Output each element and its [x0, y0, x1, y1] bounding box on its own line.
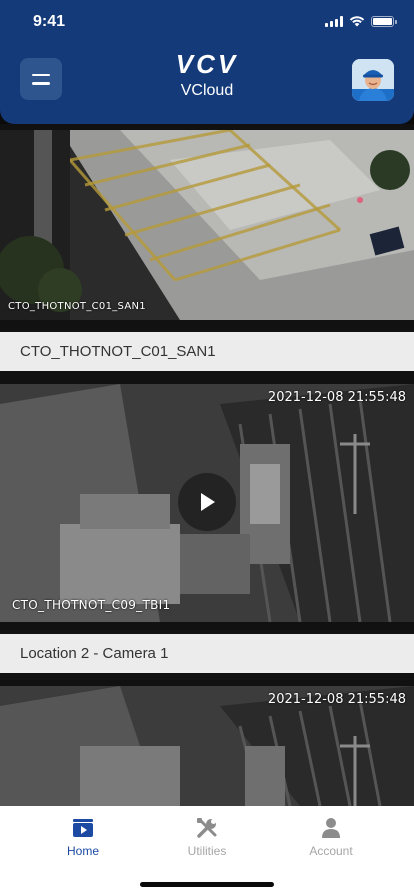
avatar[interactable]	[352, 59, 394, 101]
camera-caption[interactable]: Location 2 - Camera 1	[0, 634, 414, 673]
person-icon	[322, 818, 340, 838]
wifi-icon	[349, 16, 365, 27]
camera-card[interactable]: CTO_THOTNOT_C01_SAN1 CTO_THOTNOT_C01_SAN…	[0, 130, 414, 371]
tab-utilities[interactable]: Utilities	[147, 816, 267, 858]
status-time: 9:41	[33, 13, 66, 30]
status-bar: 9:41	[0, 0, 414, 44]
camera-card[interactable]: 2021-12-08 21:55:48	[0, 686, 414, 806]
camera-video[interactable]: 2021-12-08 21:55:48	[0, 686, 414, 806]
camera-timestamp: 2021-12-08 21:55:48	[267, 390, 406, 405]
tab-home[interactable]: Home	[23, 816, 143, 858]
tab-account[interactable]: Account	[271, 816, 391, 858]
play-icon	[201, 493, 215, 511]
user-photo-icon	[352, 59, 394, 101]
app-header: 9:41 VCV VCloud	[0, 0, 414, 124]
camera-video[interactable]: CTO_THOTNOT_C01_SAN1	[0, 130, 414, 320]
play-button[interactable]	[178, 473, 236, 531]
camera-timestamp: 2021-12-08 21:55:48	[267, 692, 406, 707]
tab-label: Utilities	[187, 844, 227, 858]
cellular-signal-icon	[325, 15, 343, 27]
camera-video[interactable]: 2021-12-08 21:55:48 CTO_THOTNOT_C09_TBI1	[0, 384, 414, 622]
battery-icon	[371, 15, 397, 27]
camera-card[interactable]: 2021-12-08 21:55:48 CTO_THOTNOT_C09_TBI1…	[0, 384, 414, 673]
tab-label: Home	[66, 844, 99, 858]
home-video-icon	[73, 819, 93, 837]
tools-icon	[197, 818, 217, 838]
camera-name-overlay: CTO_THOTNOT_C01_SAN1	[8, 301, 146, 312]
camera-caption[interactable]: CTO_THOTNOT_C01_SAN1	[0, 332, 414, 371]
camera-name-overlay: CTO_THOTNOT_C09_TBI1	[12, 598, 171, 612]
tab-label: Account	[309, 844, 353, 858]
camera-feed-list: CTO_THOTNOT_C01_SAN1 CTO_THOTNOT_C01_SAN…	[0, 124, 414, 806]
status-icons	[325, 15, 397, 27]
home-indicator	[140, 882, 274, 887]
camera-snapshot-outdoor	[0, 130, 414, 320]
